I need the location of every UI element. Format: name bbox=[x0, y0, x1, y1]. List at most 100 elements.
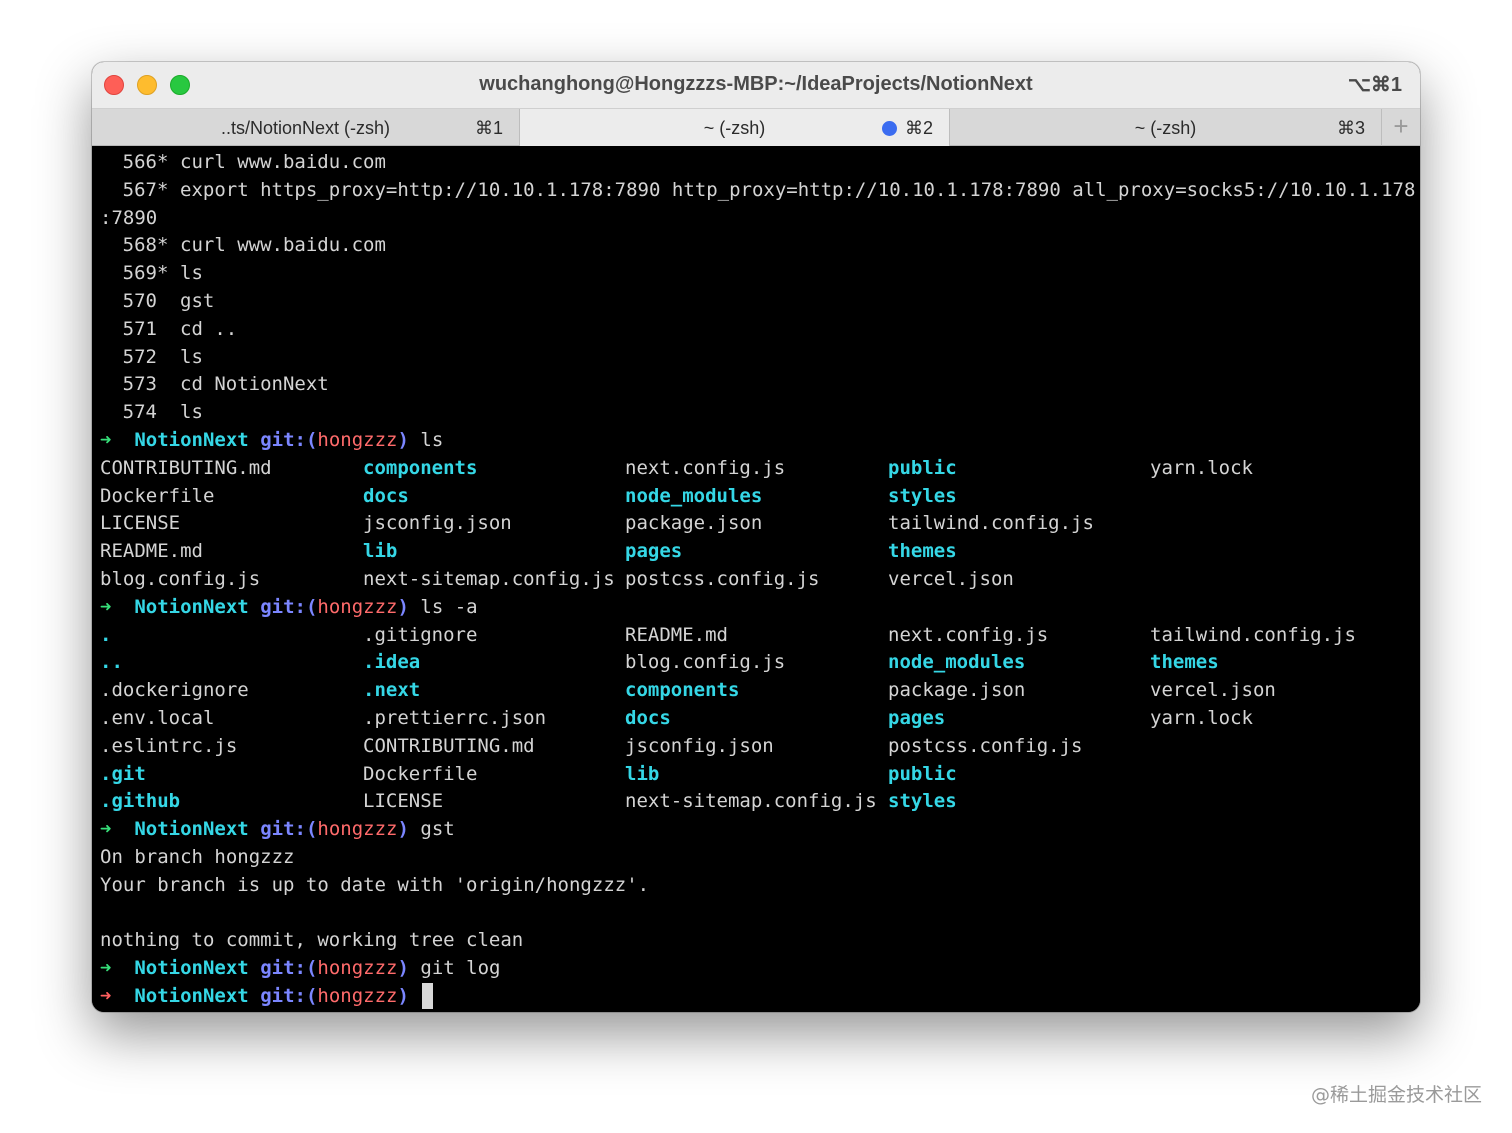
new-tab-button[interactable]: + bbox=[1382, 109, 1420, 146]
file-entry: blog.config.js bbox=[625, 651, 786, 674]
tab-1[interactable]: ..ts/NotionNext (-zsh) ⌘1 bbox=[92, 109, 520, 146]
output-line: nothing to commit, working tree clean bbox=[100, 927, 523, 955]
history-command: ls bbox=[180, 262, 203, 285]
tab-2[interactable]: ~ (-zsh) ⌘2 bbox=[520, 109, 950, 146]
history-line: 570 gst bbox=[100, 288, 215, 316]
file-entry: vercel.json bbox=[1150, 679, 1276, 702]
prompt-git-prefix: git:( bbox=[260, 818, 318, 841]
activity-dot-icon bbox=[882, 121, 897, 136]
prompt-git-suffix: ) bbox=[397, 818, 409, 841]
file-entry: .gitignore bbox=[363, 623, 478, 646]
watermark: @稀土掘金技术社区 bbox=[1310, 1084, 1482, 1106]
history-number: 574 bbox=[122, 401, 157, 424]
directory-entry: components bbox=[625, 679, 740, 702]
prompt-arrow-icon: ➜ bbox=[100, 818, 112, 841]
history-line: :7890 bbox=[100, 205, 157, 233]
history-command: cd NotionNext bbox=[180, 373, 329, 396]
directory-entry: themes bbox=[888, 540, 957, 563]
file-entry: jsconfig.json bbox=[625, 734, 774, 757]
file-entry: .prettierrc.json bbox=[363, 707, 547, 729]
directory-entry: lib bbox=[625, 762, 660, 785]
listing-row: .git Dockerfile lib public bbox=[92, 761, 1420, 789]
history-line: 572 ls bbox=[100, 344, 203, 372]
prompt-git-suffix: ) bbox=[397, 595, 409, 618]
command-output: nothing to commit, working tree clean bbox=[100, 929, 524, 952]
history-number: 567 bbox=[122, 178, 157, 201]
prompt-git-suffix: ) bbox=[397, 957, 409, 980]
file-entry: package.json bbox=[625, 512, 763, 535]
prompt-arrow-icon: ➜ bbox=[100, 595, 112, 618]
history-line: 574 ls bbox=[100, 399, 203, 427]
file-entry: LICENSE bbox=[100, 512, 181, 535]
window-title: wuchanghong@Hongzzzs-MBP:~/IdeaProjects/… bbox=[479, 73, 1033, 95]
file-entry: Dockerfile bbox=[363, 762, 478, 785]
prompt-git-prefix: git:( bbox=[260, 429, 318, 451]
prompt-branch: hongzzz bbox=[317, 985, 398, 1007]
history-number: 572 bbox=[122, 345, 157, 368]
directory-entry: public bbox=[888, 456, 957, 479]
title-bar: wuchanghong@Hongzzzs-MBP:~/IdeaProjects/… bbox=[92, 62, 1420, 108]
listing-row: .github LICENSE next-sitemap.config.js styl… bbox=[92, 788, 1420, 816]
history-command: cd .. bbox=[180, 317, 238, 340]
file-entry: .env.local bbox=[100, 707, 215, 729]
directory-entry: styles bbox=[888, 484, 957, 507]
prompt-arrow-error-icon: ➜ bbox=[100, 985, 112, 1007]
listing-row: .eslintrc.js CONTRIBUTING.md jsconfig.json… bbox=[92, 733, 1420, 761]
prompt-branch: hongzzz bbox=[317, 429, 398, 451]
history-modified-mark: * bbox=[157, 234, 169, 257]
listing-row: blog.config.js next-sitemap.config.js post… bbox=[92, 566, 1420, 594]
file-entry: next-sitemap.config.js bbox=[363, 568, 615, 590]
listing-row: README.md lib pages themes bbox=[92, 538, 1420, 566]
prompt-directory: NotionNext bbox=[134, 595, 249, 618]
history-command: :7890 bbox=[100, 206, 158, 229]
listing-row: Dockerfile docs node_modules styles bbox=[92, 483, 1420, 511]
file-entry: yarn.lock bbox=[1150, 456, 1253, 479]
command-output: On branch hongzzz bbox=[100, 846, 295, 868]
tab-label: ..ts/NotionNext (-zsh) bbox=[220, 118, 391, 138]
prompt-directory: NotionNext bbox=[134, 985, 249, 1007]
prompt-line: ➜ NotionNext git:(hongzzz) gst bbox=[100, 816, 455, 844]
file-entry: Dockerfile bbox=[100, 484, 215, 507]
listing-row: .env.local .prettierrc.json docs pages yarn.… bbox=[92, 705, 1420, 733]
directory-entry: public bbox=[888, 762, 957, 785]
history-number: 570 bbox=[122, 290, 157, 312]
tab-3[interactable]: ~ (-zsh) ⌘3 bbox=[950, 109, 1382, 146]
history-line: 566* curl www.baidu.com bbox=[100, 149, 386, 177]
directory-entry: . bbox=[100, 623, 112, 646]
file-entry: .eslintrc.js bbox=[100, 734, 238, 757]
prompt-git-prefix: git:( bbox=[260, 985, 318, 1007]
prompt-command: git log bbox=[420, 957, 501, 980]
history-command: export https_proxy=http://10.10.1.178:78… bbox=[180, 178, 1416, 201]
prompt-branch: hongzzz bbox=[317, 818, 398, 841]
directory-entry: lib bbox=[363, 540, 398, 563]
prompt-arrow-icon: ➜ bbox=[100, 429, 112, 451]
output-line: On branch hongzzz bbox=[100, 844, 294, 872]
prompt-branch: hongzzz bbox=[317, 957, 398, 980]
directory-entry: pages bbox=[625, 540, 683, 563]
tab-shortcut: ⌘2 bbox=[904, 118, 933, 138]
history-line: 571 cd .. bbox=[100, 316, 238, 344]
prompt-line: ➜ NotionNext git:(hongzzz) bbox=[100, 983, 434, 1011]
file-entry: README.md bbox=[625, 623, 728, 646]
directory-entry: node_modules bbox=[625, 484, 763, 507]
history-line: 573 cd NotionNext bbox=[100, 371, 329, 399]
prompt-git-prefix: git:( bbox=[260, 957, 318, 980]
text-cursor[interactable] bbox=[422, 983, 434, 1009]
file-entry: next.config.js bbox=[625, 456, 786, 479]
terminal-output[interactable]: 566* curl www.baidu.com 567* export https_p… bbox=[92, 146, 1420, 1012]
directory-entry: .git bbox=[100, 762, 146, 785]
directory-entry: docs bbox=[363, 484, 409, 507]
file-entry: CONTRIBUTING.md bbox=[100, 456, 272, 479]
history-line: 569* ls bbox=[100, 260, 203, 288]
history-command: curl www.baidu.com bbox=[180, 234, 386, 257]
prompt-command: gst bbox=[420, 818, 455, 841]
history-modified-mark: * bbox=[157, 151, 169, 173]
directory-entry: .next bbox=[363, 679, 421, 702]
file-entry: vercel.json bbox=[888, 568, 1014, 590]
directory-entry: styles bbox=[888, 790, 957, 813]
prompt-line: ➜ NotionNext git:(hongzzz) git log bbox=[100, 955, 500, 983]
output-line: Your branch is up to date with 'origin/h… bbox=[100, 872, 649, 900]
history-line: 568* curl www.baidu.com bbox=[100, 232, 386, 260]
file-entry: yarn.lock bbox=[1150, 707, 1253, 729]
file-entry: blog.config.js bbox=[100, 568, 261, 590]
